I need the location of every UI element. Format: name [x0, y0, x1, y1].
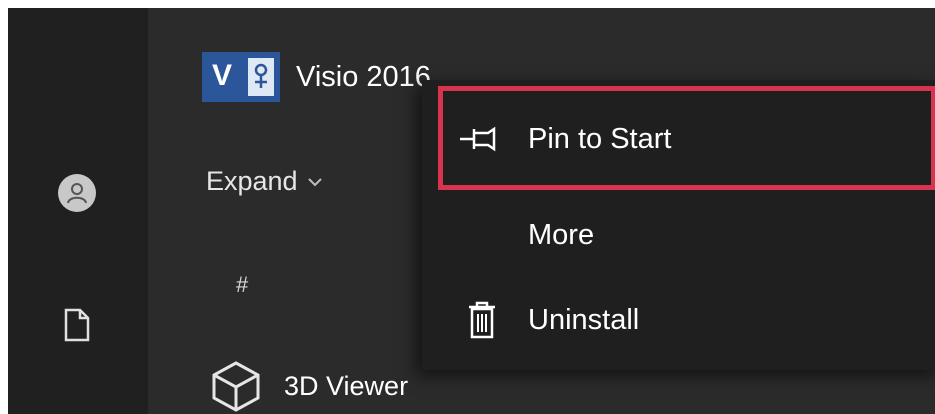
visio-tile-letter: V	[212, 59, 233, 92]
expand-button[interactable]: Expand	[206, 166, 322, 197]
app-name: 3D Viewer	[284, 370, 409, 401]
section-header-hash[interactable]: #	[236, 272, 248, 298]
pin-icon	[452, 125, 512, 153]
menu-item-pin-to-start[interactable]: Pin to Start	[422, 92, 935, 186]
start-menu: V Visio 2016 Expand # 3D Viewer Pin to S…	[8, 8, 935, 414]
user-icon	[67, 183, 87, 204]
app-list-item-visio[interactable]: V Visio 2016	[202, 52, 431, 102]
user-avatar-button[interactable]	[58, 174, 96, 212]
3d-cube-icon	[212, 361, 260, 412]
trash-icon	[452, 300, 512, 340]
menu-item-more[interactable]: More	[422, 210, 935, 260]
menu-item-uninstall[interactable]: Uninstall	[422, 290, 935, 350]
visio-icon: V	[202, 52, 280, 102]
expand-label: Expand	[206, 166, 298, 196]
left-rail	[8, 8, 148, 414]
menu-item-label: Pin to Start	[528, 122, 672, 155]
menu-item-label: Uninstall	[528, 303, 640, 336]
context-menu: Pin to Start More Uninstall	[422, 80, 935, 370]
documents-icon[interactable]	[64, 308, 90, 347]
app-list-item-3d-viewer[interactable]: 3D Viewer	[210, 360, 408, 412]
menu-item-label: More	[528, 218, 595, 251]
app-name: Visio 2016	[296, 60, 431, 93]
chevron-down-icon	[307, 177, 322, 186]
